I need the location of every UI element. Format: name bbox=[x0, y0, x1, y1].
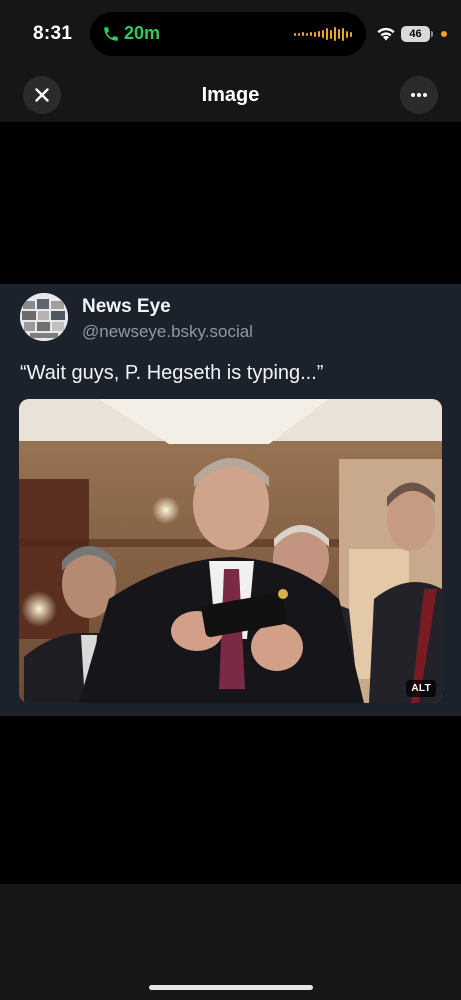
battery-cap bbox=[431, 31, 433, 37]
dynamic-island[interactable]: 20m bbox=[90, 12, 366, 56]
battery-indicator: 46 bbox=[401, 26, 430, 42]
call-duration: 20m bbox=[124, 23, 161, 43]
post-text: “Wait guys, P. Hegseth is typing...” bbox=[20, 362, 324, 384]
status-bar: 8:31 20m 46 bbox=[0, 0, 461, 66]
wifi-icon bbox=[377, 27, 395, 41]
status-time: 8:31 bbox=[33, 23, 73, 44]
image-viewer-header: Image bbox=[0, 66, 461, 122]
more-horizontal-icon bbox=[411, 93, 427, 97]
author-name[interactable]: News Eye bbox=[82, 296, 171, 318]
home-indicator[interactable] bbox=[149, 985, 313, 990]
post-photo bbox=[19, 399, 442, 703]
more-options-button[interactable] bbox=[400, 76, 438, 114]
post-image[interactable]: ALT bbox=[19, 399, 442, 703]
bottom-bar bbox=[0, 884, 461, 1000]
page-title: Image bbox=[201, 84, 260, 106]
post-card[interactable]: News Eye @newseye.bsky.social “Wait guys… bbox=[0, 284, 461, 716]
audio-waveform-icon bbox=[294, 26, 352, 42]
author-handle[interactable]: @newseye.bsky.social bbox=[82, 322, 253, 342]
phone-icon bbox=[104, 26, 118, 41]
alt-text-badge[interactable]: ALT bbox=[406, 680, 436, 697]
privacy-indicator-dot bbox=[441, 31, 447, 37]
avatar[interactable] bbox=[20, 293, 68, 341]
call-indicator: 20m bbox=[102, 23, 160, 44]
newspaper-collage-image bbox=[20, 293, 68, 341]
